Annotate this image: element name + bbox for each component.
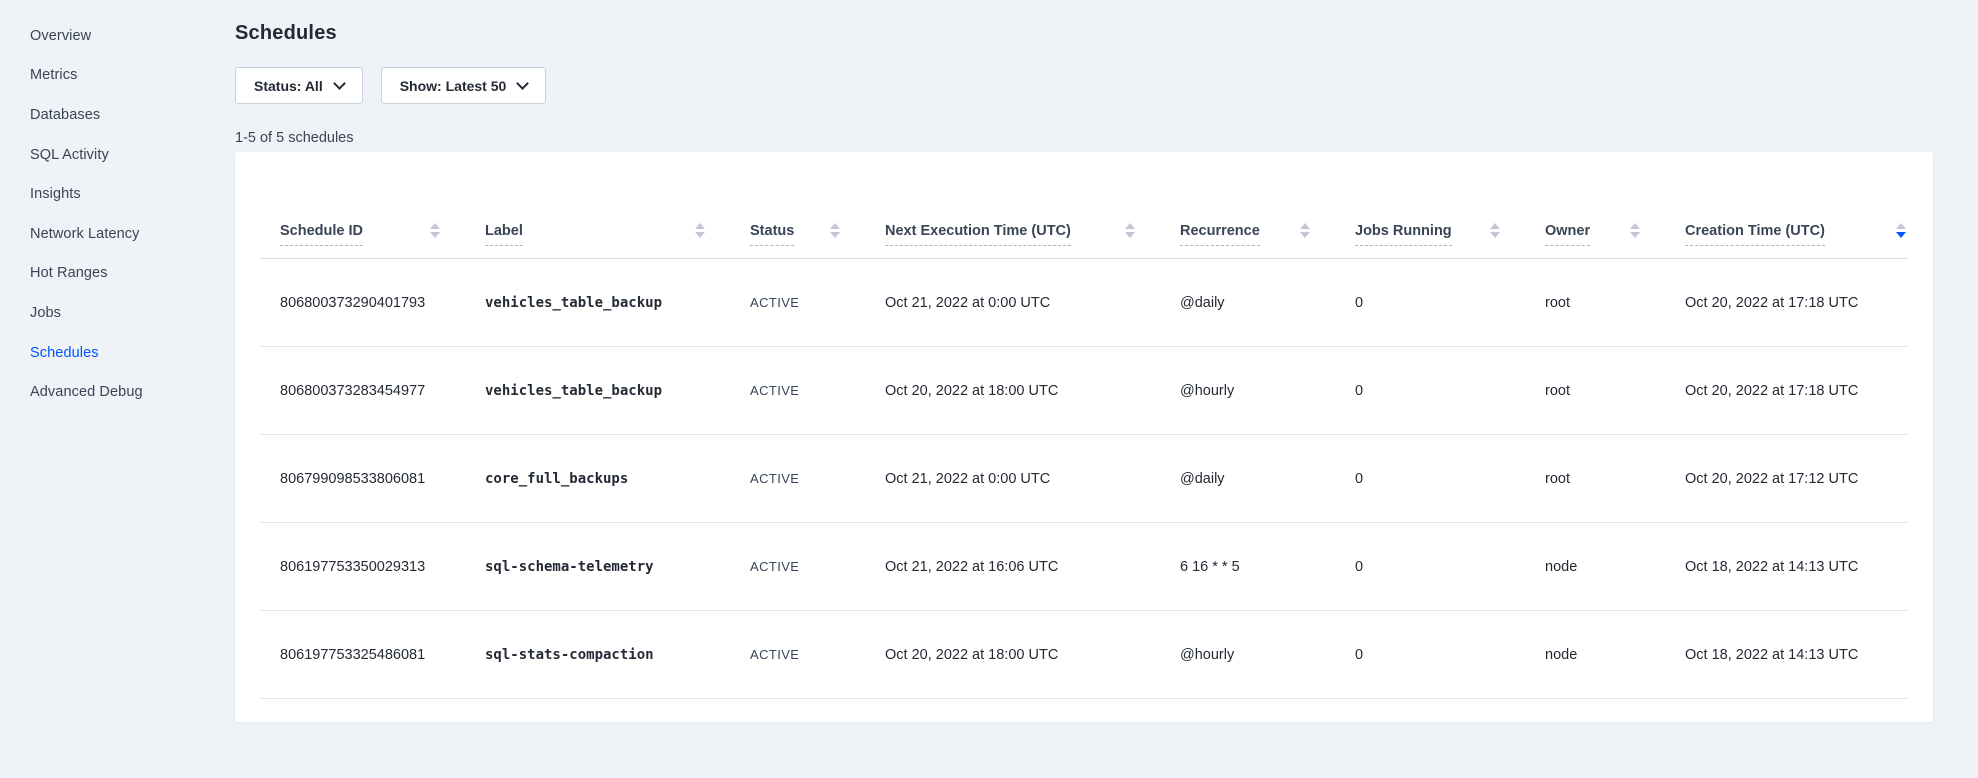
schedules-table: Schedule ID Label Status Next Execution … [260, 152, 1908, 699]
cell-schedule-id: 806197753350029313 [280, 559, 485, 575]
cell-owner: root [1545, 471, 1685, 487]
sidebar-item-hot-ranges[interactable]: Hot Ranges [30, 254, 225, 294]
cell-status: ACTIVE [750, 295, 885, 310]
column-header-label: Jobs Running [1355, 223, 1452, 246]
cell-schedule-id: 806800373283454977 [280, 383, 485, 399]
cell-jobs-running: 0 [1355, 647, 1545, 663]
column-header-recurrence[interactable]: Recurrence [1180, 223, 1355, 258]
cell-owner: node [1545, 647, 1685, 663]
cell-jobs-running: 0 [1355, 295, 1545, 311]
cell-creation-time: Oct 18, 2022 at 14:13 UTC [1685, 647, 1908, 663]
cell-creation-time: Oct 20, 2022 at 17:18 UTC [1685, 383, 1908, 399]
table-row[interactable]: 806197753325486081 sql-stats-compaction … [260, 611, 1908, 699]
column-header-label: Label [485, 223, 523, 246]
show-filter-dropdown[interactable]: Show: Latest 50 [381, 67, 547, 104]
cell-creation-time: Oct 18, 2022 at 14:13 UTC [1685, 559, 1908, 575]
sidebar-item-jobs[interactable]: Jobs [30, 293, 225, 333]
table-row[interactable]: 806800373290401793 vehicles_table_backup… [260, 259, 1908, 347]
chevron-down-icon [516, 77, 529, 90]
cell-creation-time: Oct 20, 2022 at 17:18 UTC [1685, 295, 1908, 311]
cell-next-execution-time: Oct 20, 2022 at 18:00 UTC [885, 647, 1180, 663]
column-header-label: Recurrence [1180, 223, 1260, 246]
cell-schedule-id: 806800373290401793 [280, 295, 485, 311]
sidebar-item-advanced-debug[interactable]: Advanced Debug [30, 372, 225, 412]
sort-carets-icon [1630, 223, 1640, 238]
cell-recurrence: @daily [1180, 295, 1355, 311]
cell-owner: node [1545, 559, 1685, 575]
cell-label: vehicles_table_backup [485, 295, 750, 311]
column-header-label: Next Execution Time (UTC) [885, 223, 1071, 246]
status-filter-dropdown[interactable]: Status: All [235, 67, 363, 104]
column-header-owner[interactable]: Owner [1545, 223, 1685, 258]
column-header-label: Status [750, 223, 794, 246]
cell-owner: root [1545, 295, 1685, 311]
page-title: Schedules [235, 20, 1933, 46]
sort-carets-icon [1490, 223, 1500, 238]
show-filter-label: Show: Latest 50 [400, 78, 507, 94]
cell-next-execution-time: Oct 21, 2022 at 0:00 UTC [885, 471, 1180, 487]
sort-carets-icon [1300, 223, 1310, 238]
schedules-table-card: Schedule ID Label Status Next Execution … [235, 152, 1933, 722]
status-filter-label: Status: All [254, 78, 323, 94]
table-row[interactable]: 806799098533806081 core_full_backups ACT… [260, 435, 1908, 523]
cell-recurrence: @hourly [1180, 383, 1355, 399]
cell-schedule-id: 806197753325486081 [280, 647, 485, 663]
sidebar-item-overview[interactable]: Overview [30, 16, 225, 56]
sidebar-item-sql-activity[interactable]: SQL Activity [30, 135, 225, 175]
cell-label: sql-schema-telemetry [485, 559, 750, 575]
sidebar-item-schedules[interactable]: Schedules [30, 333, 225, 373]
sidebar: Overview Metrics Databases SQL Activity … [30, 16, 225, 412]
cell-next-execution-time: Oct 20, 2022 at 18:00 UTC [885, 383, 1180, 399]
cell-status: ACTIVE [750, 471, 885, 486]
sidebar-item-insights[interactable]: Insights [30, 174, 225, 214]
sort-carets-icon [1125, 223, 1135, 238]
column-header-label[interactable]: Label [485, 223, 750, 258]
cell-recurrence: @daily [1180, 471, 1355, 487]
sort-carets-icon [1896, 223, 1906, 238]
cell-recurrence: @hourly [1180, 647, 1355, 663]
sidebar-item-databases[interactable]: Databases [30, 95, 225, 135]
cell-recurrence: 6 16 * * 5 [1180, 559, 1355, 575]
results-summary: 1-5 of 5 schedules [235, 129, 1933, 147]
sidebar-item-network-latency[interactable]: Network Latency [30, 214, 225, 254]
cell-label: vehicles_table_backup [485, 383, 750, 399]
table-row[interactable]: 806800373283454977 vehicles_table_backup… [260, 347, 1908, 435]
filter-bar: Status: All Show: Latest 50 [235, 67, 1933, 104]
main-content: Schedules Status: All Show: Latest 50 1-… [235, 0, 1933, 722]
sidebar-item-metrics[interactable]: Metrics [30, 56, 225, 96]
table-row[interactable]: 806197753350029313 sql-schema-telemetry … [260, 523, 1908, 611]
column-header-label: Owner [1545, 223, 1590, 246]
cell-label: sql-stats-compaction [485, 647, 750, 663]
cell-schedule-id: 806799098533806081 [280, 471, 485, 487]
cell-next-execution-time: Oct 21, 2022 at 0:00 UTC [885, 295, 1180, 311]
cell-owner: root [1545, 383, 1685, 399]
column-header-creation-time[interactable]: Creation Time (UTC) [1685, 223, 1908, 258]
cell-jobs-running: 0 [1355, 559, 1545, 575]
column-header-label: Schedule ID [280, 223, 363, 246]
sort-carets-icon [695, 223, 705, 238]
cell-status: ACTIVE [750, 559, 885, 574]
table-header-row: Schedule ID Label Status Next Execution … [260, 152, 1908, 259]
cell-jobs-running: 0 [1355, 471, 1545, 487]
column-header-jobs-running[interactable]: Jobs Running [1355, 223, 1545, 258]
cell-next-execution-time: Oct 21, 2022 at 16:06 UTC [885, 559, 1180, 575]
cell-status: ACTIVE [750, 647, 885, 662]
chevron-down-icon [333, 77, 346, 90]
sort-carets-icon [430, 223, 440, 238]
cell-status: ACTIVE [750, 383, 885, 398]
column-header-schedule-id[interactable]: Schedule ID [280, 223, 485, 258]
sort-carets-icon [830, 223, 840, 238]
column-header-label: Creation Time (UTC) [1685, 223, 1825, 246]
cell-creation-time: Oct 20, 2022 at 17:12 UTC [1685, 471, 1908, 487]
cell-label: core_full_backups [485, 471, 750, 487]
column-header-next-execution-time[interactable]: Next Execution Time (UTC) [885, 223, 1180, 258]
cell-jobs-running: 0 [1355, 383, 1545, 399]
column-header-status[interactable]: Status [750, 223, 885, 258]
